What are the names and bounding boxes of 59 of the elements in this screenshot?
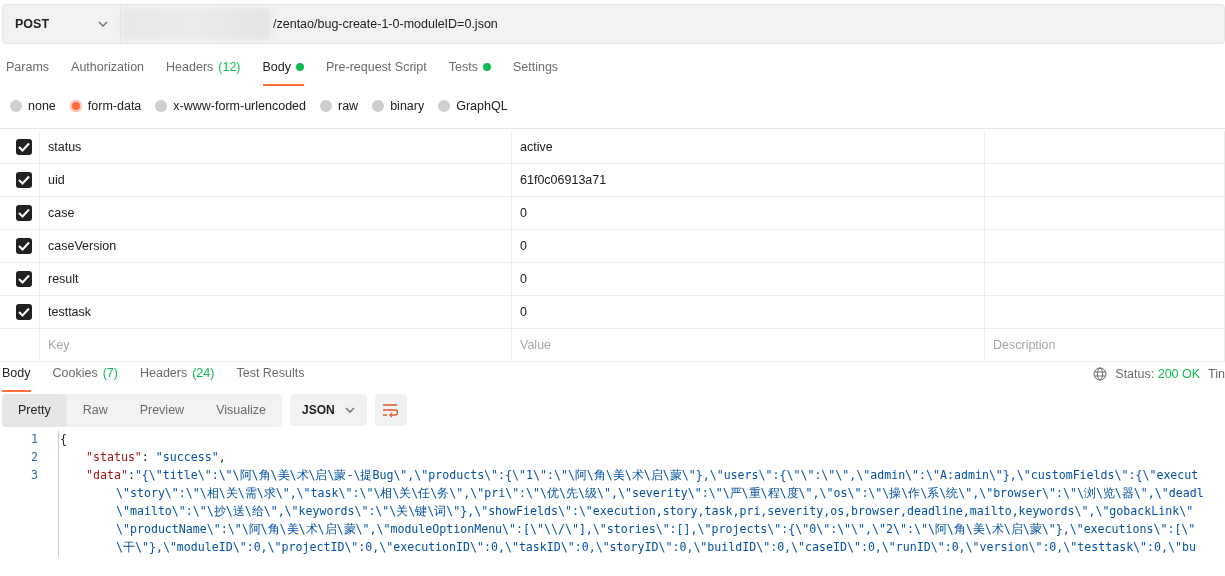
code-line: \"story\":\"\相\关\需\求\",\"task\":\"\相\关\任\务\",\"pri\":\"\优\先\级\",\"severity\":\"\严\重\程\度\",\"os\":\"\操\作\系\统\",\"browser\":\"\浏\览\器\",\"deadl [116, 485, 1204, 503]
param-key: status [48, 137, 82, 157]
url-text: /zentao/bug-create-1-0-moduleID=0.json [273, 15, 498, 33]
url-bar[interactable]: POST /zentao/bug-create-1-0-moduleID=0.json [2, 4, 1225, 44]
code-line: \"mailto\":\"\抄\送\给\",\"keywords\":\"\关\键\词\"},\"showFields\":\"execution,story,task,pri,severity,os,browser,deadline,mailto,keywords\",\"gobackLink\" [116, 503, 1194, 521]
checkbox[interactable] [16, 205, 32, 221]
param-key: caseVersion [48, 236, 117, 256]
radio-option[interactable]: binary [372, 96, 425, 116]
checkbox[interactable] [16, 238, 32, 254]
wrap-button[interactable] [374, 394, 407, 427]
tab[interactable]: Authorization [71, 49, 145, 87]
view-mode-tab[interactable]: Raw [66, 394, 124, 427]
param-value: 0 [520, 270, 527, 288]
checkbox[interactable] [16, 271, 32, 287]
tab[interactable]: Headers (12) [166, 49, 241, 87]
chevron-down-icon [344, 407, 355, 414]
code-line: \"productName\":\"\阿\角\美\术\启\蒙\",\"moduleOptionMenu\":[\"\\/\"],\"stories\":[],\"projects\":{\"0\":\"\",\"2\":\"\阿\角\美\术\启\蒙\"},\"executions\":[\" [116, 521, 1196, 539]
param-key: result [48, 269, 79, 289]
radio-option[interactable]: raw [320, 96, 359, 116]
tab[interactable]: Pre-request Script [326, 49, 427, 87]
format-dropdown[interactable]: JSON [289, 394, 367, 427]
line-number: 2 [30, 449, 38, 467]
checkbox[interactable] [16, 172, 32, 188]
status-text: Status: 200 OK [1115, 365, 1201, 383]
param-key: testtask [48, 302, 92, 322]
wrap-lines-icon [382, 402, 400, 418]
radio-option[interactable]: form-data [69, 96, 142, 116]
chevron-down-icon [98, 21, 108, 27]
line-number: 3 [30, 467, 38, 485]
radio-option[interactable]: GraphQL [438, 96, 508, 116]
tab[interactable]: Body [2, 355, 31, 393]
tab[interactable]: Params [6, 49, 50, 87]
param-key: uid [48, 170, 65, 190]
tab[interactable]: Body [262, 49, 305, 87]
time-label: Tin [1208, 365, 1225, 383]
tab[interactable]: Test Results [236, 355, 305, 393]
param-value: 0 [520, 303, 527, 321]
tab[interactable]: Tests [448, 49, 491, 87]
code-line: "status": "success", [86, 449, 226, 467]
code-line: { [60, 431, 67, 449]
view-mode-tab[interactable]: Pretty [2, 394, 67, 427]
view-mode-tab[interactable]: Preview [123, 394, 201, 427]
radio-option[interactable]: none [10, 96, 56, 116]
radio-option[interactable]: x-www-form-urlencoded [155, 96, 306, 116]
code-line: \干\"},\"moduleID\":0,\"projectID\":0,\"executionID\":0,\"taskID\":0,\"storyID\":0,\"buildID\":0,\"caseID\":0,\"runID\":0,\"version\":0,\"testtask\":0,\"bu [116, 539, 1196, 557]
param-value: 61f0c06913a71 [520, 171, 607, 189]
checkbox[interactable] [16, 304, 32, 320]
param-value: 0 [520, 237, 527, 255]
param-value: 0 [520, 204, 527, 222]
globe-icon [1093, 367, 1108, 381]
tab[interactable]: Settings [512, 49, 559, 87]
line-number: 1 [30, 431, 38, 449]
tab[interactable]: Cookies (7) [52, 355, 118, 393]
view-mode-tab[interactable]: Visualize [200, 394, 282, 427]
code-line: "data":"{\"title\":\"\阿\角\美\术\启\蒙-\提Bug\",\"products\":{\"1\":\"\阿\角\美\术\启\蒙\"},\"users\":{\"\":\"\",\"admin\":\"A:admin\"},\"customFields\":{\"execut [86, 467, 1199, 485]
tab[interactable]: Headers (24) [139, 355, 215, 393]
param-value: active [520, 138, 553, 156]
checkbox[interactable] [16, 139, 32, 155]
param-key: case [48, 203, 75, 223]
